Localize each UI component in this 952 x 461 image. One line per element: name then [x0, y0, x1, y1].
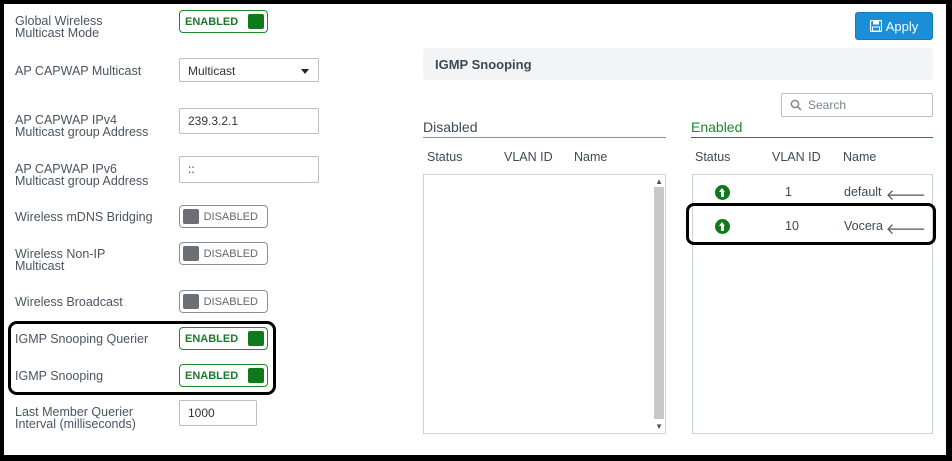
wireless-mdns-bridging-label: Wireless mDNS Bridging — [15, 210, 153, 224]
arrow-left-icon[interactable]: 🡐 — [886, 185, 926, 204]
last-member-querier-interval-input[interactable]: 1000 — [179, 400, 257, 426]
igmp-snooping-label: IGMP Snooping — [15, 369, 104, 383]
toggle-state: DISABLED — [203, 295, 258, 308]
wireless-non-ip-multicast-label: Wireless Non-IP Multicast — [15, 248, 105, 273]
disabled-col-name: Name — [574, 150, 608, 164]
ap-capwap-multicast-select[interactable]: Multicast — [179, 58, 319, 82]
wireless-mdns-bridging-toggle[interactable]: DISABLED — [179, 205, 268, 228]
label-line: Interval (milliseconds) — [15, 417, 136, 431]
toggle-state: ENABLED — [185, 332, 239, 345]
igmp-snooping-querier-label: IGMP Snooping Querier — [15, 332, 149, 346]
wireless-non-ip-multicast-toggle[interactable]: DISABLED — [179, 242, 268, 265]
toggle-knob — [183, 294, 199, 309]
disabled-col-status: Status — [427, 150, 463, 164]
label-line: Multicast Mode — [15, 26, 100, 40]
toggle-state: ENABLED — [185, 15, 239, 28]
search-icon — [790, 99, 802, 111]
toggle-state: DISABLED — [203, 247, 258, 260]
enabled-title-underline — [691, 137, 933, 138]
scroll-down-icon[interactable]: ▼ — [655, 422, 663, 431]
search-input[interactable]: Search — [781, 93, 933, 117]
enabled-col-vlan-id: VLAN ID — [772, 150, 821, 164]
toggle-knob — [248, 331, 264, 346]
enabled-col-status: Status — [695, 150, 731, 164]
ap-capwap-ipv6-input[interactable]: :: — [179, 156, 319, 183]
toggle-state: DISABLED — [203, 210, 258, 223]
igmp-snooping-toggle[interactable]: ENABLED — [179, 364, 268, 387]
ap-capwap-multicast-label: AP CAPWAP Multicast — [15, 64, 142, 78]
chevron-down-icon — [301, 69, 309, 74]
ap-capwap-ipv4-input[interactable]: 239.3.2.1 — [179, 108, 319, 134]
vlan-id-cell: 1 — [785, 185, 792, 199]
arrow-up-circle-icon — [715, 185, 730, 200]
last-member-querier-interval-label: Last Member Querier Interval (millisecon… — [15, 406, 136, 431]
apply-label: Apply — [885, 18, 919, 34]
toggle-knob — [248, 14, 264, 29]
toggle-knob — [248, 368, 264, 383]
apply-button[interactable]: Apply — [855, 12, 933, 40]
label-line: Multicast group Address — [15, 125, 149, 139]
wireless-broadcast-label: Wireless Broadcast — [15, 295, 123, 309]
wireless-broadcast-toggle[interactable]: DISABLED — [179, 290, 268, 313]
disabled-list-title: Disabled — [423, 119, 478, 135]
disabled-col-vlan-id: VLAN ID — [504, 150, 553, 164]
window-frame: Global Wireless Multicast Mode ENABLED A… — [0, 0, 952, 461]
ap-capwap-ipv4-label: AP CAPWAP IPv4 Multicast group Address — [15, 114, 149, 139]
label-line: Multicast group Address — [15, 174, 149, 188]
global-wireless-multicast-mode-label: Global Wireless Multicast Mode — [15, 15, 103, 40]
toggle-knob — [183, 246, 199, 261]
disabled-vlan-list[interactable]: ▲ ▼ — [423, 174, 666, 434]
toggle-knob — [183, 209, 199, 224]
search-placeholder: Search — [808, 98, 847, 112]
disabled-title-underline — [423, 137, 666, 138]
toggle-state: ENABLED — [185, 369, 239, 382]
select-value: Multicast — [188, 64, 236, 78]
scroll-up-icon[interactable]: ▲ — [655, 177, 663, 186]
label-line: Multicast — [15, 259, 65, 273]
igmp-snooping-querier-toggle[interactable]: ENABLED — [179, 327, 268, 350]
scrollbar[interactable] — [654, 187, 664, 419]
enabled-list-title: Enabled — [691, 119, 743, 135]
igmp-snooping-section-header: IGMP Snooping — [423, 48, 933, 80]
global-wireless-multicast-mode-toggle[interactable]: ENABLED — [179, 10, 268, 33]
name-cell: default — [844, 185, 882, 199]
save-icon — [869, 20, 882, 32]
ap-capwap-ipv6-label: AP CAPWAP IPv6 Multicast group Address — [15, 163, 149, 188]
vocera-row-highlight — [686, 203, 936, 245]
enabled-col-name: Name — [843, 150, 877, 164]
